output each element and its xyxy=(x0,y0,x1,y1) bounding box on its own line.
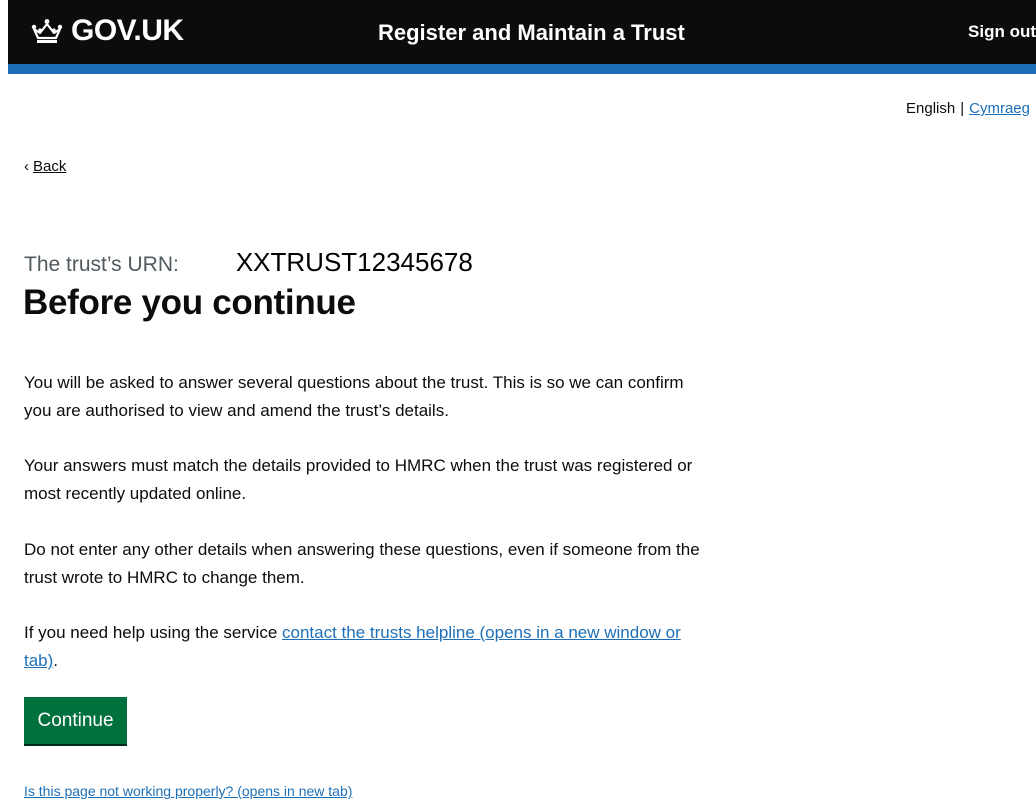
intro-paragraph: You will be asked to answer several ques… xyxy=(24,373,684,420)
sign-out-link[interactable]: Sign out xyxy=(968,22,1036,42)
help-suffix: . xyxy=(53,651,59,670)
urn-label: The trust’s URN: xyxy=(24,253,179,276)
crown-icon xyxy=(31,19,63,43)
urn-caption: The trust’s URN: XXTRUST12345678 xyxy=(24,247,473,278)
logo-text: GOV.UK xyxy=(71,14,184,47)
service-name[interactable]: Register and Maintain a Trust xyxy=(378,20,685,46)
report-problem-link[interactable]: Is this page not working properly? (open… xyxy=(24,783,352,799)
back-link-label: Back xyxy=(33,158,67,175)
chevron-left-icon: ‹ xyxy=(24,158,29,175)
govuk-logo[interactable]: GOV.UK xyxy=(30,14,184,48)
help-prefix: If you need help using the service xyxy=(24,623,282,642)
match-details-paragraph: Your answers must match the details prov… xyxy=(24,456,693,503)
urn-value: XXTRUST12345678 xyxy=(235,247,473,277)
back-link[interactable]: ‹ Back xyxy=(24,158,66,175)
help-paragraph: If you need help using the service conta… xyxy=(24,619,704,675)
language-welsh-link[interactable]: Cymraeg xyxy=(969,100,1030,117)
page-title: Before you continue xyxy=(23,283,356,322)
header-stripe xyxy=(8,64,1036,74)
header: GOV.UK Register and Maintain a Trust Sig… xyxy=(8,0,1036,64)
other-details-paragraph: Do not enter any other details when answ… xyxy=(24,540,700,587)
language-current: English xyxy=(906,100,956,117)
language-toggle: English | Cymraeg xyxy=(906,100,1030,117)
language-separator: | xyxy=(960,100,965,117)
continue-button[interactable]: Continue xyxy=(24,697,127,744)
